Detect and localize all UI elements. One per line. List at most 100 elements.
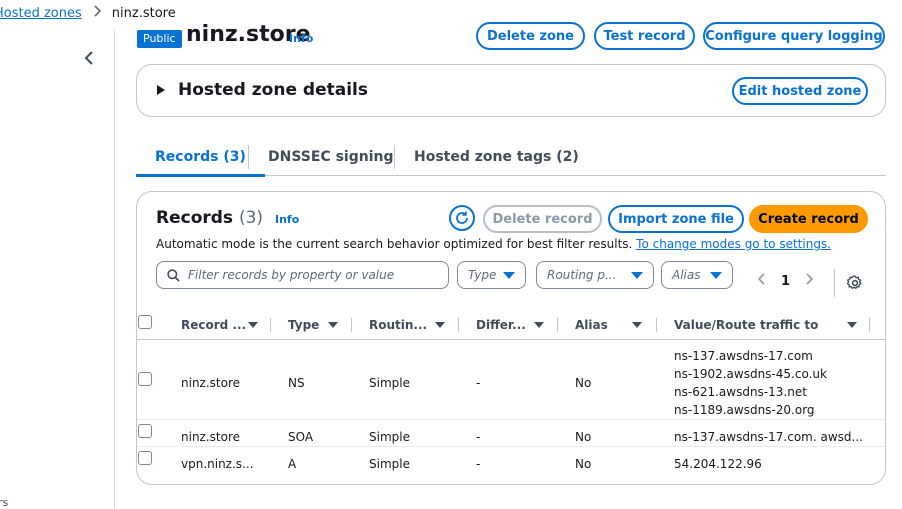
row-checkbox[interactable] bbox=[138, 451, 152, 465]
record-name-cell: ninz.store bbox=[181, 376, 241, 390]
differentiator-cell: - bbox=[476, 430, 481, 444]
test-record-button[interactable]: Test record bbox=[594, 22, 695, 50]
value-line: ns-621.awsdns-13.net bbox=[674, 385, 807, 399]
alias-cell: No bbox=[575, 376, 592, 390]
differentiator-cell: - bbox=[476, 376, 481, 390]
nav-item-fragment[interactable]: rs bbox=[0, 496, 8, 509]
refresh-icon bbox=[456, 211, 468, 224]
records-title: Records bbox=[156, 208, 234, 228]
value-cell: 54.204.122.96 bbox=[674, 457, 762, 471]
column-value-route-traffic[interactable]: Value/Route traffic to bbox=[674, 310, 818, 340]
routing-policy-cell: Simple bbox=[369, 376, 410, 390]
row-checkbox[interactable] bbox=[138, 372, 152, 386]
table-preferences-button[interactable] bbox=[846, 275, 863, 295]
pagination-divider bbox=[834, 269, 835, 297]
change-mode-settings-link[interactable]: To change modes go to settings. bbox=[636, 237, 831, 251]
column-record-name[interactable]: Record ... bbox=[181, 310, 246, 340]
chevron-left-icon bbox=[84, 51, 93, 65]
sort-caret-icon[interactable] bbox=[435, 322, 445, 328]
record-name-cell: ninz.store bbox=[181, 430, 241, 444]
create-record-button[interactable]: Create record bbox=[749, 205, 868, 233]
column-divider[interactable] bbox=[656, 318, 657, 332]
routing-policy-cell: Simple bbox=[369, 457, 410, 471]
records-heading: Records (3) Info bbox=[156, 208, 299, 228]
caret-down-icon bbox=[710, 271, 722, 279]
tab-hosted-zone-tags[interactable]: Hosted zone tags (2) bbox=[414, 138, 579, 176]
records-search-input[interactable]: Filter records by property or value bbox=[156, 261, 449, 289]
current-page-number[interactable]: 1 bbox=[781, 274, 790, 289]
delete-zone-button[interactable]: Delete zone bbox=[476, 22, 585, 50]
alias-filter-placeholder: Alias bbox=[672, 268, 701, 282]
column-divider[interactable] bbox=[869, 318, 870, 332]
sort-caret-icon[interactable] bbox=[328, 322, 338, 328]
breadcrumb-current: ninz.store bbox=[111, 5, 176, 21]
routing-policy-filter-select[interactable]: Routing p... bbox=[536, 261, 654, 289]
chevron-right-icon bbox=[94, 5, 102, 21]
search-placeholder: Filter records by property or value bbox=[188, 268, 395, 282]
routing-filter-placeholder: Routing p... bbox=[547, 268, 617, 282]
breadcrumb-hosted-zones-link[interactable]: Hosted zones bbox=[0, 6, 82, 21]
record-type-cell: SOA bbox=[288, 430, 314, 444]
type-filter-placeholder: Type bbox=[468, 268, 497, 282]
table-row[interactable]: vpn.ninz.s... A Simple - No 54.204.122.9… bbox=[137, 448, 885, 476]
column-divider[interactable] bbox=[270, 318, 271, 332]
next-page-button[interactable] bbox=[806, 273, 814, 289]
column-routing-policy[interactable]: Routin... bbox=[369, 310, 427, 340]
pagination: 1 bbox=[757, 273, 814, 289]
value-line: ns-1902.awsdns-45.co.uk bbox=[674, 367, 827, 381]
records-table-header: Record ... Type Routin... Differ... Alia… bbox=[137, 310, 885, 340]
table-row[interactable]: ninz.store NS Simple - No ns-137.awsdns-… bbox=[137, 341, 885, 420]
previous-page-button[interactable] bbox=[757, 273, 765, 289]
hosted-zone-details-panel: Hosted zone details Edit hosted zone bbox=[136, 64, 886, 117]
caret-down-icon bbox=[631, 271, 643, 279]
tab-records[interactable]: Records (3) bbox=[136, 138, 265, 177]
table-row[interactable]: ninz.store SOA Simple - No ns-137.awsdns… bbox=[137, 421, 885, 447]
delete-record-button[interactable]: Delete record bbox=[483, 205, 602, 233]
select-all-checkbox[interactable] bbox=[138, 315, 152, 329]
alias-cell: No bbox=[575, 430, 592, 444]
sort-caret-icon[interactable] bbox=[847, 322, 857, 328]
column-divider[interactable] bbox=[458, 318, 459, 332]
sort-caret-icon[interactable] bbox=[248, 322, 258, 328]
alias-filter-select[interactable]: Alias bbox=[661, 261, 733, 289]
value-line: ns-1189.awsdns-20.org bbox=[674, 403, 815, 417]
collapse-navigation-button[interactable] bbox=[79, 48, 99, 68]
records-count: (3) bbox=[238, 208, 264, 228]
caret-down-icon bbox=[503, 271, 515, 279]
breadcrumb: Hosted zones ninz.store bbox=[0, 3, 176, 23]
header-info-link[interactable]: Info bbox=[289, 32, 313, 45]
column-type[interactable]: Type bbox=[288, 310, 319, 340]
alias-cell: No bbox=[575, 457, 592, 471]
refresh-button[interactable] bbox=[449, 205, 475, 231]
record-type-cell: NS bbox=[288, 376, 305, 390]
column-divider[interactable] bbox=[557, 318, 558, 332]
tab-divider bbox=[394, 145, 395, 169]
sort-caret-icon[interactable] bbox=[632, 322, 642, 328]
differentiator-cell: - bbox=[476, 457, 481, 471]
column-divider[interactable] bbox=[351, 318, 352, 332]
record-type-cell: A bbox=[288, 457, 297, 471]
sort-caret-icon[interactable] bbox=[534, 322, 544, 328]
routing-policy-cell: Simple bbox=[369, 430, 410, 444]
row-checkbox[interactable] bbox=[138, 424, 152, 438]
edit-hosted-zone-button[interactable]: Edit hosted zone bbox=[732, 77, 868, 105]
hosted-zone-details-title: Hosted zone details bbox=[178, 80, 368, 100]
column-differentiator[interactable]: Differ... bbox=[476, 310, 526, 340]
chevron-right-icon bbox=[806, 273, 814, 285]
search-icon bbox=[167, 268, 180, 282]
value-cell: ns-137.awsdns-17.com. awsd... bbox=[674, 430, 863, 444]
left-navigation-rail: rs bbox=[0, 30, 115, 509]
records-info-link[interactable]: Info bbox=[275, 213, 299, 226]
import-zone-file-button[interactable]: Import zone file bbox=[608, 205, 744, 233]
configure-query-logging-button[interactable]: Configure query logging bbox=[703, 22, 885, 50]
records-panel: Records (3) Info Delete record Import zo… bbox=[136, 191, 886, 485]
type-filter-select[interactable]: Type bbox=[457, 261, 526, 289]
tab-dnssec-signing[interactable]: DNSSEC signing bbox=[268, 138, 394, 176]
value-cell: ns-137.awsdns-17.com ns-1902.awsdns-45.c… bbox=[674, 347, 827, 419]
zone-tabs: Records (3) DNSSEC signing Hosted zone t… bbox=[136, 138, 886, 177]
search-mode-description: Automatic mode is the current search beh… bbox=[156, 237, 831, 251]
hosted-zone-details-toggle[interactable]: Hosted zone details bbox=[157, 80, 368, 100]
record-name-cell: vpn.ninz.s... bbox=[181, 457, 254, 471]
column-alias[interactable]: Alias bbox=[575, 310, 608, 340]
value-line: ns-137.awsdns-17.com bbox=[674, 349, 813, 363]
